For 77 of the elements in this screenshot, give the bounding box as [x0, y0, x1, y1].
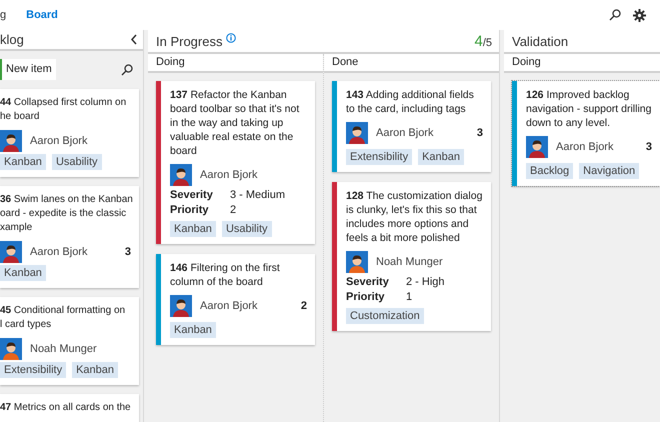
- card-title: 47 Metrics on all cards on the: [0, 401, 131, 415]
- avatar-icon: [526, 136, 548, 158]
- field-value: 2 - High: [406, 276, 446, 288]
- tag: Usability: [222, 221, 272, 237]
- collapse-icon: [130, 34, 138, 45]
- tag: Extensibility: [346, 149, 412, 165]
- work-item-card[interactable]: 137 Refactor the Kanban board toolbar so that it's not in the way and taking up valuable real estate on the board Aaron Bjork Severity 3 - Medium Priority 2 Kanban Usability: [156, 81, 315, 244]
- card-title: 126 Improved backlog navigation - support drilling down to any level.: [526, 88, 652, 130]
- work-item-card[interactable]: 36 Swim lanes on the Kanban oard - expedite is the classic xample Aaron Bjork 3 Kanban: [0, 186, 139, 288]
- lane-title: Done: [324, 54, 499, 73]
- search-icon: [121, 64, 133, 76]
- tag: Kanban: [0, 154, 46, 170]
- work-item-card[interactable]: 143 Adding additional fields to the card, including tags Aaron Bjork 3 Extensibility Kanban: [332, 81, 491, 172]
- assignee-name: Aaron Bjork: [200, 169, 258, 181]
- card-title: oard - expedite is the classic: [0, 207, 128, 221]
- assignee-name: Aaron Bjork: [376, 127, 434, 139]
- lane-title: Doing: [504, 54, 660, 73]
- effort-value: 2: [300, 300, 307, 312]
- work-item-card[interactable]: 45 Conditional formatting on l card types Noah Munger Extensibility Kanban: [0, 297, 139, 385]
- column-title: klog: [0, 32, 24, 47]
- tag: Kanban: [170, 221, 216, 237]
- lane-title: Doing: [148, 54, 323, 73]
- card-title: 146 Filtering on the first column of the board: [170, 261, 281, 289]
- work-item-card[interactable]: 44 Collapsed first column on he board Aaron Bjork Kanban Usability: [0, 89, 139, 177]
- avatar-icon: [0, 130, 22, 152]
- field-label: Severity: [170, 189, 214, 201]
- new-item-button[interactable]: New item: [0, 59, 56, 80]
- effort-value: 3: [476, 127, 483, 139]
- tag: Customization: [346, 308, 424, 324]
- assignee-name: Noah Munger: [30, 343, 98, 355]
- card-title: he board: [0, 110, 40, 124]
- tag: Kanban: [72, 362, 118, 378]
- assignee-name: Aaron Bjork: [200, 300, 258, 312]
- avatar-icon: [346, 251, 368, 273]
- field-label: Priority: [170, 204, 210, 216]
- settings-icon: [633, 8, 646, 22]
- work-item-card[interactable]: 146 Filtering on the first column of the board Aaron Bjork 2 Kanban: [156, 254, 315, 345]
- tag: Kanban: [0, 265, 46, 281]
- field-value: 1: [406, 291, 414, 303]
- avatar-icon: [0, 338, 22, 360]
- tag: Kanban: [418, 149, 464, 165]
- card-title: 45 Conditional formatting on: [0, 304, 126, 318]
- tag: Backlog: [526, 163, 574, 179]
- avatar-icon: [170, 164, 192, 186]
- card-title: xample: [0, 221, 34, 235]
- assignee-name: Aaron Bjork: [30, 135, 88, 147]
- card-title: 36 Swim lanes on the Kanban: [0, 193, 131, 207]
- effort-value: 3: [124, 246, 131, 258]
- work-item-card[interactable]: 128 The customization dialog is clunky, let's fix this so that includes more options and feels a bit more polished Noah Munger Severity 2 - High Priority 1 Customization: [332, 182, 491, 331]
- work-item-card[interactable]: 126 Improved backlog navigation - support drilling down to any level. Aaron Bjork 3 Backlog Navigation: [512, 81, 660, 186]
- card-title: 128 The customization dialog is clunky, let's fix this so that includes more options and feels a bit more polished: [346, 189, 483, 245]
- avatar-icon: [0, 241, 22, 263]
- assignee-name: Aaron Bjork: [30, 246, 88, 258]
- avatar-icon: [170, 295, 192, 317]
- work-item-card[interactable]: 47 Metrics on all cards on the: [0, 394, 139, 422]
- effort-value: 3: [646, 141, 652, 153]
- tag: Navigation: [579, 163, 640, 179]
- field-value: 2: [230, 204, 238, 216]
- card-title: 143 Adding additional fields to the card, including tags: [346, 88, 475, 116]
- tag: Kanban: [170, 322, 216, 338]
- field-label: Severity: [346, 276, 390, 288]
- card-title: 44 Collapsed first column on: [0, 96, 128, 110]
- nav-tab[interactable]: g: [0, 9, 6, 21]
- wip-limit: 4/5: [474, 32, 492, 50]
- avatar-icon: [346, 122, 368, 144]
- card-title: l card types: [0, 318, 52, 332]
- search-icon: [609, 9, 621, 21]
- tag: Usability: [52, 154, 102, 170]
- tag: Extensibility: [0, 362, 66, 378]
- card-title: 137 Refactor the Kanban board toolbar so that it's not in the way and taking up valuable real estate on the board: [170, 88, 300, 158]
- column-title: Validation: [512, 34, 568, 48]
- field-label: Priority: [346, 291, 386, 303]
- assignee-name: Noah Munger: [376, 256, 444, 268]
- nav-tab[interactable]: Board: [26, 9, 58, 21]
- column-title: In Progress: [156, 34, 222, 48]
- field-value: 3 - Medium: [230, 189, 286, 201]
- assignee-name: Aaron Bjork: [556, 141, 614, 153]
